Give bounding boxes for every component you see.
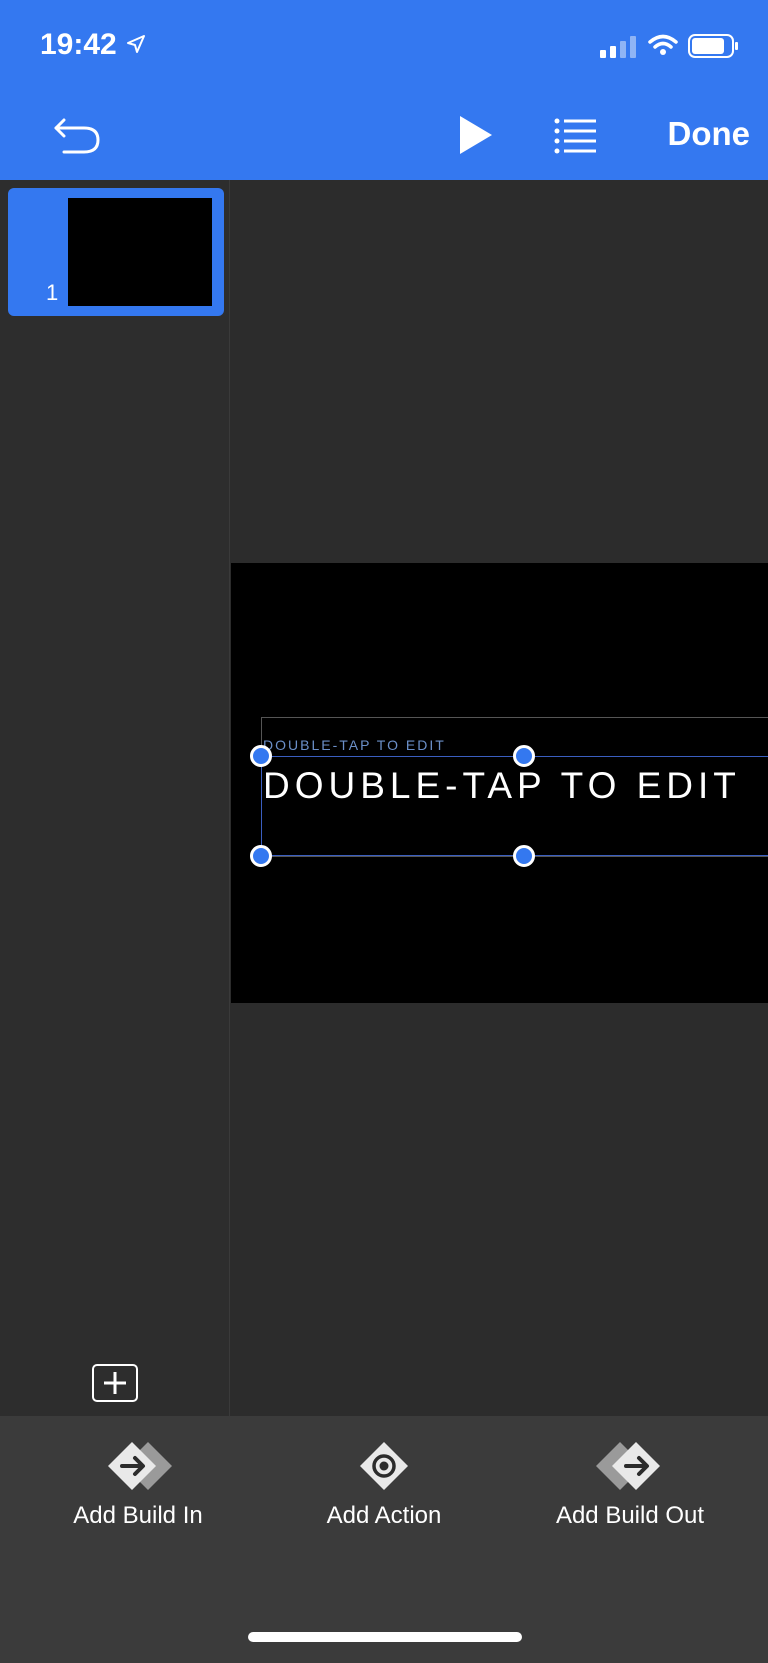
- resize-handle-top-middle[interactable]: [513, 745, 535, 767]
- resize-handle-top-left[interactable]: [250, 745, 272, 767]
- list-icon[interactable]: [554, 116, 596, 156]
- subtitle-placeholder[interactable]: DOUBLE-TAP TO EDIT: [263, 737, 446, 753]
- resize-handle-bottom-left[interactable]: [250, 845, 272, 867]
- slide-navigator: 1: [0, 180, 230, 1416]
- slide-number: 1: [46, 280, 59, 305]
- status-bar: 19:42: [0, 0, 768, 90]
- add-build-out-label: Add Build Out: [555, 1502, 705, 1529]
- done-button[interactable]: Done: [640, 112, 751, 156]
- slide-canvas[interactable]: DOUBLE-TAP TO EDIT DOUBLE-TAP TO EDIT: [231, 180, 768, 1416]
- add-slide-button[interactable]: [92, 1364, 138, 1402]
- title-placeholder[interactable]: DOUBLE-TAP TO EDIT: [263, 765, 741, 807]
- play-icon[interactable]: [456, 114, 496, 156]
- add-action-label: Add Action: [326, 1502, 442, 1529]
- add-build-in-label: Add Build In: [73, 1502, 203, 1529]
- add-build-out-button[interactable]: Add Build Out: [515, 1438, 745, 1558]
- slide[interactable]: DOUBLE-TAP TO EDIT DOUBLE-TAP TO EDIT: [231, 563, 768, 1003]
- slide-thumbnail[interactable]: 1: [8, 188, 224, 316]
- build-in-icon: [108, 1442, 172, 1490]
- add-action-button[interactable]: Add Action: [269, 1438, 499, 1558]
- slide-thumbnail-preview: [68, 198, 212, 306]
- resize-handle-bottom-middle[interactable]: [513, 845, 535, 867]
- status-time: 19:42: [40, 28, 117, 61]
- build-out-icon: [596, 1442, 660, 1490]
- animation-action-bar: Add Build In Add Action Add Build Out: [0, 1416, 768, 1663]
- action-icon: [360, 1442, 408, 1490]
- add-build-in-button[interactable]: Add Build In: [23, 1438, 253, 1558]
- battery-icon: [688, 34, 738, 58]
- undo-icon[interactable]: [52, 110, 104, 160]
- location-arrow-icon: [127, 35, 145, 53]
- home-indicator: [248, 1632, 522, 1642]
- signal-icon: [600, 36, 636, 58]
- plus-icon: [104, 1372, 126, 1394]
- wifi-icon: [648, 34, 678, 55]
- toolbar: Done: [0, 90, 768, 180]
